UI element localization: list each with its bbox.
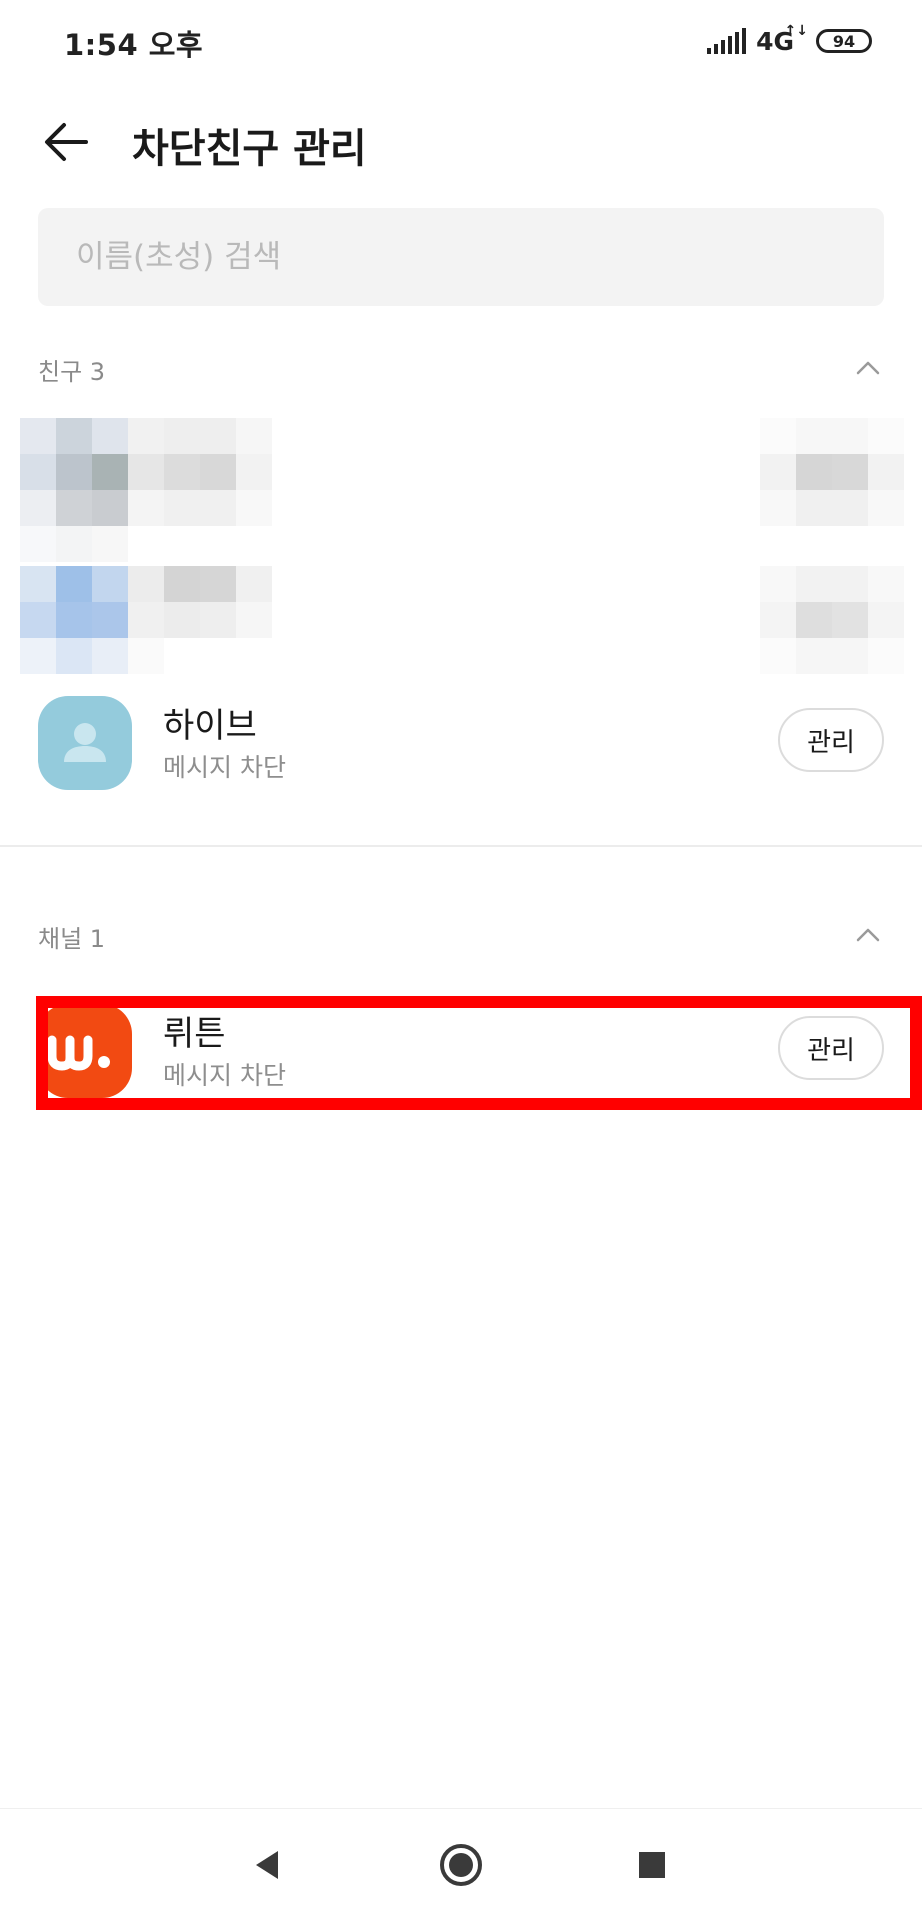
person-icon — [64, 723, 106, 762]
battery-level: 94 — [832, 31, 856, 51]
list-item[interactable]: 하이브 메시지 차단 관리 — [0, 682, 922, 802]
wrtn-logo — [47, 1035, 110, 1071]
section-divider — [0, 845, 922, 847]
status-bar: 1:54 오후 4G ↑↓ 94 — [0, 0, 922, 80]
item-name: 하이브 — [163, 706, 257, 746]
status-icons: 4G ↑↓ 94 — [707, 22, 872, 58]
battery-icon: 94 — [816, 29, 872, 53]
channels-section-header: 채널 1 — [0, 905, 922, 965]
app-bar: 차단친구 관리 — [0, 100, 922, 184]
chevron-up-icon — [856, 361, 880, 375]
friends-collapse-button[interactable] — [850, 350, 886, 386]
nav-back-button[interactable] — [236, 1833, 300, 1897]
search-input[interactable] — [38, 208, 884, 306]
list-item[interactable]: 뤼튼 메시지 차단 관리 — [0, 990, 922, 1110]
network-type: 4G ↑↓ — [756, 22, 808, 56]
chevron-up-icon — [856, 928, 880, 942]
friends-section-header: 친구 3 — [0, 338, 922, 398]
avatar — [38, 1004, 132, 1098]
page-title: 차단친구 관리 — [132, 126, 367, 172]
back-arrow-icon — [45, 123, 88, 161]
channels-section-label: 채널 1 — [38, 925, 106, 953]
item-status: 메시지 차단 — [163, 753, 286, 782]
triangle-back-icon — [256, 1851, 278, 1879]
signal-icon — [707, 28, 747, 54]
avatar — [38, 696, 132, 790]
search-box[interactable] — [38, 208, 884, 306]
system-nav-bar — [0, 1808, 922, 1920]
manage-button[interactable]: 관리 — [778, 1016, 884, 1080]
square-recents-icon — [639, 1852, 665, 1878]
friends-section-label: 친구 3 — [38, 358, 106, 386]
nav-home-button[interactable] — [429, 1833, 493, 1897]
redacted-friend-rows — [0, 410, 922, 680]
item-name: 뤼튼 — [163, 1014, 226, 1054]
network-arrows: ↑↓ — [784, 22, 808, 39]
status-time: 1:54 오후 — [64, 28, 204, 62]
item-status: 메시지 차단 — [163, 1061, 286, 1090]
nav-recents-button[interactable] — [620, 1833, 684, 1897]
circle-home-icon — [440, 1844, 482, 1886]
channels-collapse-button[interactable] — [850, 917, 886, 953]
manage-button[interactable]: 관리 — [778, 708, 884, 772]
back-button[interactable] — [40, 118, 92, 166]
